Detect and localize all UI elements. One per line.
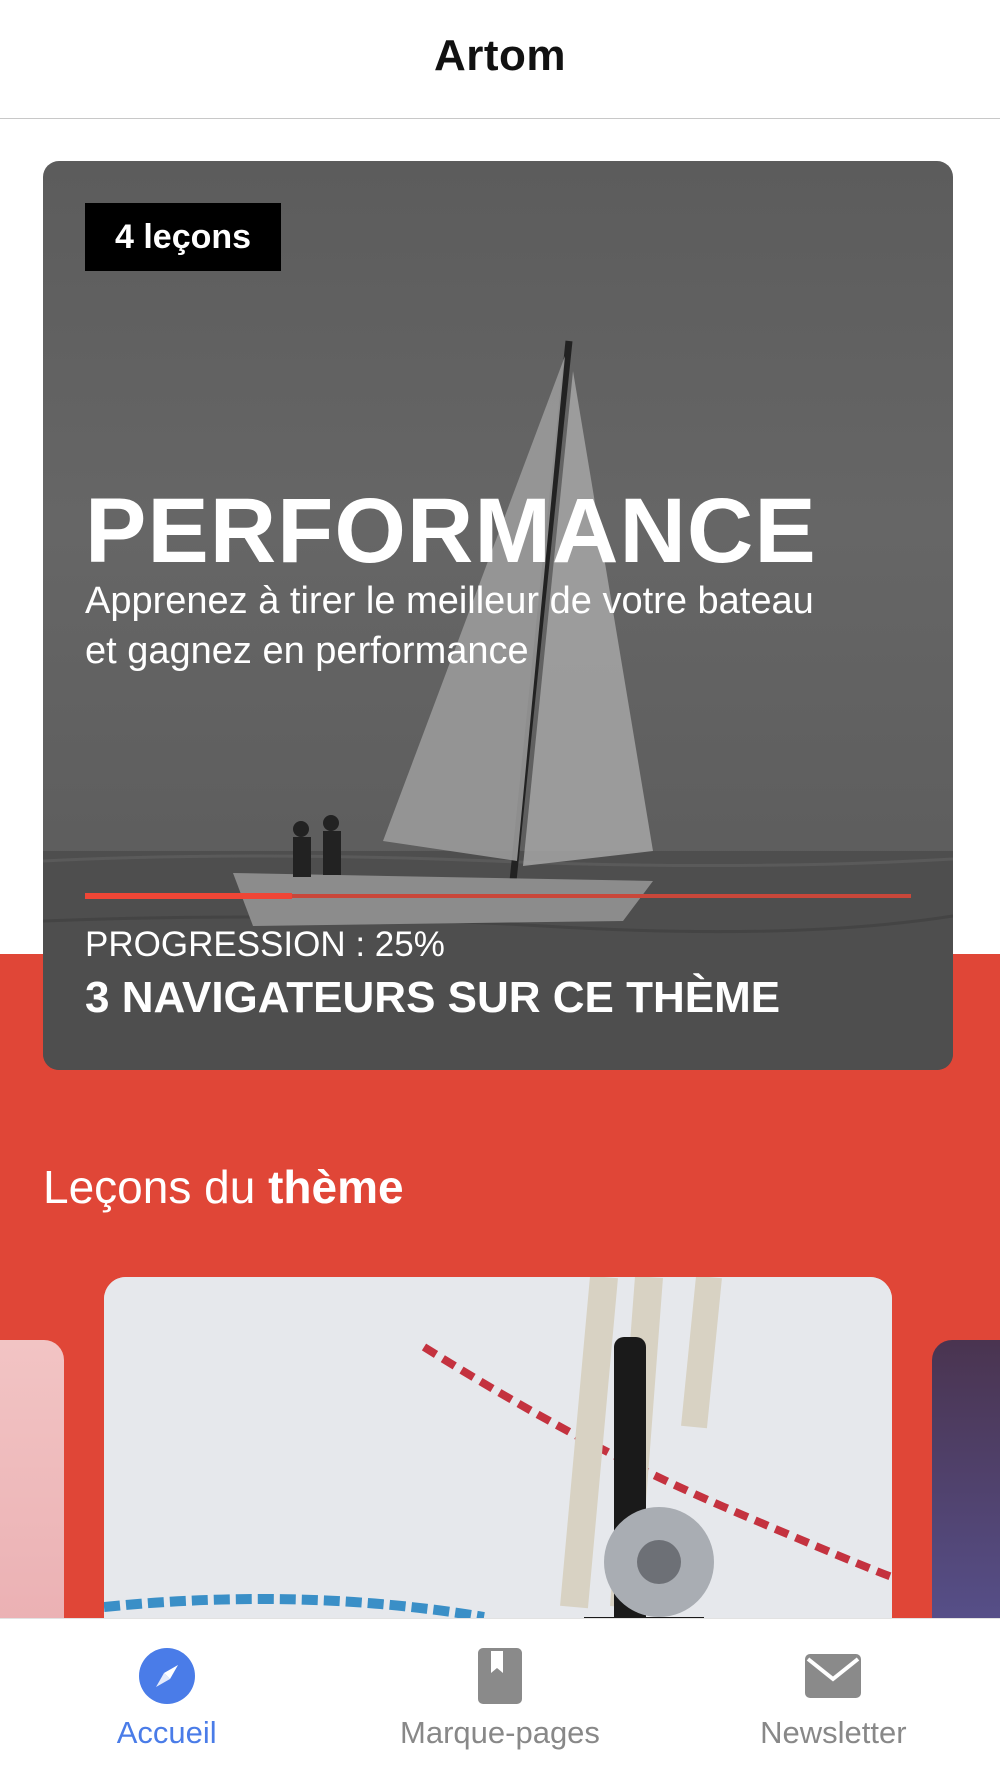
section-title-bold: thème [268, 1161, 404, 1213]
app-header: Artom [0, 0, 1000, 119]
tab-label: Accueil [116, 1715, 217, 1750]
compass-icon [138, 1647, 196, 1705]
app-title: Artom [433, 31, 567, 80]
rigging-image [104, 1277, 892, 1677]
lesson-card[interactable] [104, 1277, 892, 1677]
tab-label: Newsletter [760, 1715, 907, 1750]
section-title: Leçons du thème [43, 1160, 404, 1214]
lesson-count-badge: 4 leçons [85, 203, 282, 271]
tab-marque-pages[interactable]: Marque-pages [333, 1619, 666, 1778]
mail-icon [804, 1647, 862, 1705]
progress-label: PROGRESSION : 25% [85, 925, 445, 964]
tab-bar: Accueil Marque-pages Newsletter [0, 1618, 1000, 1778]
progress-bar [85, 893, 911, 899]
theme-description: Apprenez à tirer le meilleur de votre ba… [85, 580, 814, 672]
tab-accueil[interactable]: Accueil [0, 1619, 333, 1778]
theme-title: PERFORMANCE [85, 480, 817, 582]
bookmark-icon [471, 1647, 529, 1705]
progress-bar-fill [85, 893, 292, 899]
tab-label: Marque-pages [400, 1715, 600, 1750]
navigators-count: 3 NAVIGATEURS SUR CE THÈME [85, 973, 781, 1022]
section-title-regular: Leçons du [43, 1161, 269, 1213]
theme-card[interactable]: 4 leçons PERFORMANCE Apprenez à tirer le… [43, 161, 953, 1070]
tab-newsletter[interactable]: Newsletter [667, 1619, 1000, 1778]
